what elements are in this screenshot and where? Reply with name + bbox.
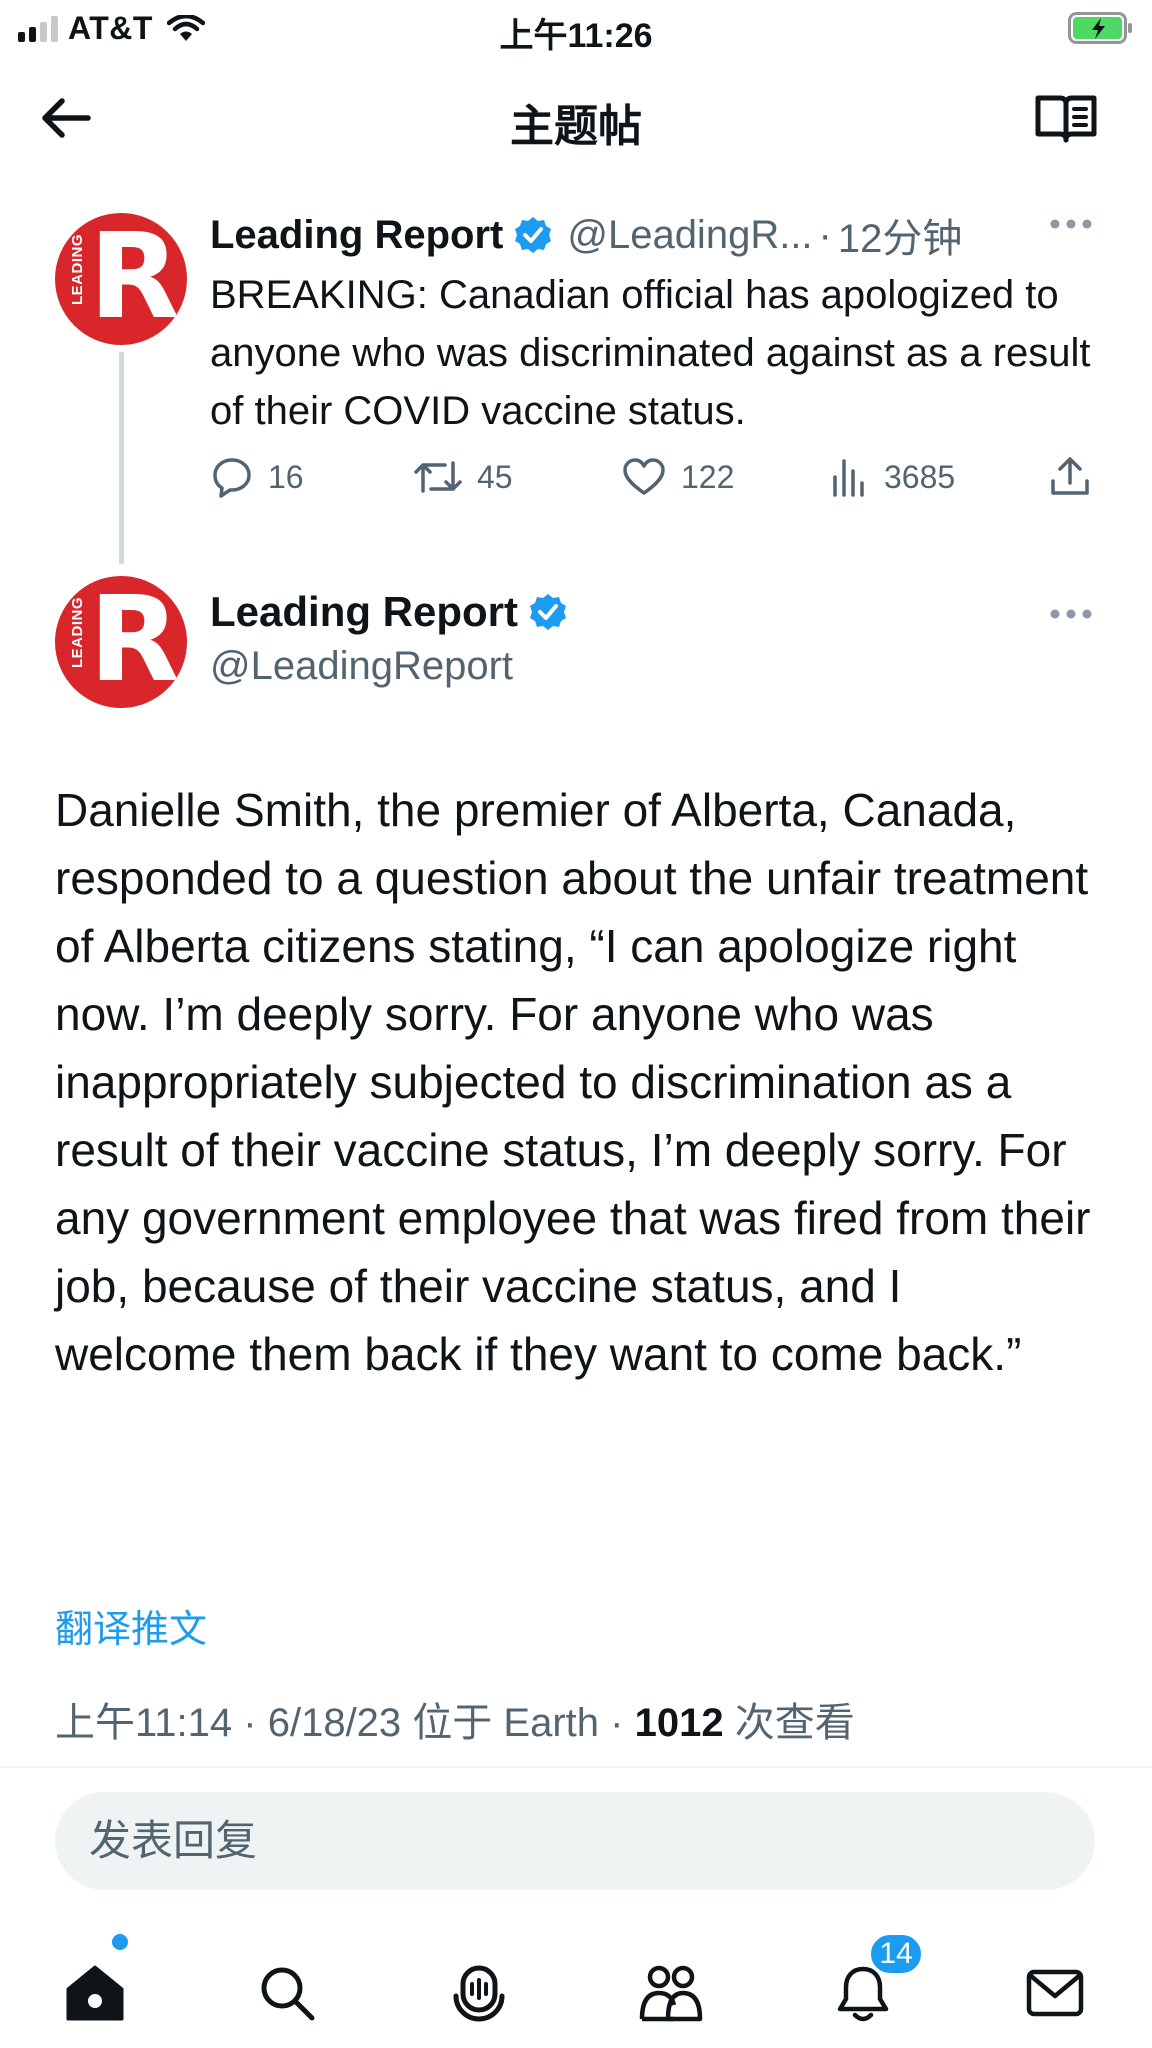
thread-connector-line	[119, 352, 124, 564]
avatar[interactable]: R LEADING	[55, 576, 187, 708]
reply-count: 16	[268, 458, 304, 495]
author-name[interactable]: Leading Report	[210, 588, 518, 636]
tab-communities[interactable]	[636, 1958, 706, 2028]
tab-home[interactable]	[60, 1958, 130, 2028]
reply-input[interactable]	[55, 1792, 1095, 1890]
new-content-dot	[112, 1934, 128, 1950]
top-nav: 主题帖	[0, 72, 1152, 162]
avatar[interactable]: R LEADING	[55, 213, 187, 345]
parent-tweet-header: Leading Report @LeadingR... · 12分钟	[210, 206, 1100, 264]
notification-badge: 14	[868, 1932, 924, 1976]
status-time: 上午11:26	[499, 17, 653, 55]
retweet-count: 45	[477, 458, 513, 495]
views-chart-icon	[833, 459, 864, 497]
views-button[interactable]: 3685	[830, 455, 955, 499]
verified-badge-icon	[515, 217, 552, 253]
verified-badge-icon	[530, 594, 567, 630]
home-icon	[66, 1965, 124, 2021]
retweet-button[interactable]: 45	[413, 455, 513, 499]
reply-icon	[213, 458, 251, 498]
spaces-icon	[453, 1965, 505, 2022]
main-tweet-text: Danielle Smith, the premier of Alberta, …	[55, 784, 1091, 1380]
avatar-logo-text: LEADING	[69, 234, 86, 305]
battery-charging-icon	[1068, 12, 1132, 44]
reply-button[interactable]: 16	[210, 455, 304, 499]
tab-search[interactable]	[252, 1958, 322, 2028]
retweet-icon	[414, 461, 462, 493]
view-count[interactable]: 1012	[635, 1701, 724, 1745]
separator: ·	[818, 212, 832, 257]
tweet-action-bar: 16 45 122 3685	[210, 455, 1110, 505]
author-handle[interactable]: @LeadingR...	[567, 213, 812, 258]
reader-mode-icon[interactable]	[1034, 92, 1098, 144]
tweet-time[interactable]: 12分钟	[838, 206, 963, 264]
tweet-meta: 上午11:14 · 6/18/23 位于 Earth · 1012 次查看	[55, 1690, 855, 1748]
avatar-logo: R	[89, 213, 180, 345]
search-icon	[261, 1967, 315, 2021]
translate-tweet-link[interactable]: 翻译推文	[55, 1598, 207, 1653]
share-icon	[1051, 457, 1089, 495]
heart-icon	[623, 458, 665, 495]
avatar-logo-text: LEADING	[69, 597, 86, 668]
more-options-icon[interactable]	[1048, 604, 1094, 624]
communities-icon	[639, 1965, 703, 2022]
share-button[interactable]	[1048, 455, 1106, 499]
tab-spaces[interactable]	[444, 1958, 514, 2028]
divider	[0, 1766, 1152, 1768]
avatar-logo: R	[89, 576, 180, 708]
tab-messages[interactable]	[1020, 1958, 1090, 2028]
bottom-tab-bar	[0, 1920, 1152, 2048]
tweet-location: 位于 Earth	[412, 1701, 600, 1745]
page-title: 主题帖	[510, 102, 642, 151]
messages-icon	[1026, 1969, 1084, 2017]
tweet-date: 6/18/23	[267, 1701, 402, 1745]
status-bar: AT&T 上午11:26	[0, 0, 1152, 56]
thread-screen: AT&T 上午11:26 主题帖 R LEADING Leading Repor…	[0, 0, 1152, 2048]
separator: ·	[243, 1701, 257, 1745]
views-count: 3685	[884, 458, 956, 495]
like-button[interactable]: 122	[621, 455, 734, 499]
separator: ·	[610, 1701, 624, 1745]
like-count: 122	[681, 458, 735, 495]
tweet-time: 上午11:14	[55, 1701, 233, 1745]
more-options-icon[interactable]	[1048, 214, 1094, 234]
main-tweet-author: Leading Report	[210, 588, 568, 636]
author-handle[interactable]: @LeadingReport	[210, 644, 513, 689]
views-label[interactable]: 次查看	[735, 1701, 855, 1745]
author-name[interactable]: Leading Report	[210, 213, 503, 258]
parent-tweet-text[interactable]: BREAKING: Canadian official has apologiz…	[210, 266, 1110, 440]
